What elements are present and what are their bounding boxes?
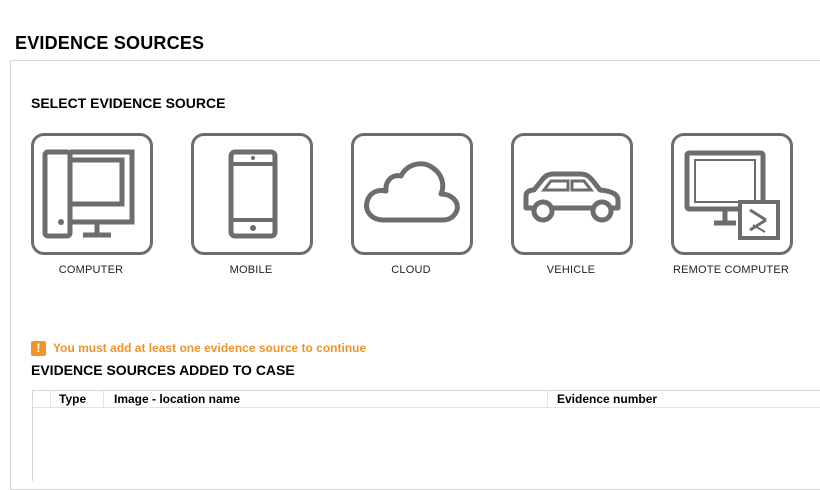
source-computer-button[interactable]: COMPUTER	[31, 133, 153, 276]
cloud-icon	[364, 161, 460, 223]
remote-computer-icon	[684, 150, 780, 240]
page-title: EVIDENCE SOURCES	[15, 33, 205, 53]
car-icon	[523, 171, 621, 223]
source-label: VEHICLE	[546, 264, 596, 276]
warning-text: You must add at least one evidence sourc…	[53, 341, 367, 355]
select-column-header[interactable]	[33, 391, 51, 407]
source-label: REMOTE COMPUTER	[672, 264, 790, 276]
warning-icon: !	[31, 340, 46, 356]
column-header-image-location-name[interactable]: Image - location name	[106, 391, 548, 407]
warning-message: ! You must add at least one evidence sou…	[31, 340, 366, 356]
source-label: COMPUTER	[58, 264, 124, 276]
source-label: MOBILE	[229, 264, 273, 276]
source-label: CLOUD	[391, 264, 431, 276]
source-tile[interactable]	[511, 133, 633, 255]
source-cloud-button[interactable]: CLOUD	[351, 133, 473, 276]
select-evidence-source-heading: SELECT EVIDENCE SOURCE	[31, 95, 226, 111]
source-remote-computer-button[interactable]: REMOTE COMPUTER	[671, 133, 793, 276]
desktop-computer-icon	[42, 149, 135, 239]
source-mobile-button[interactable]: MOBILE	[191, 133, 313, 276]
source-tile[interactable]	[191, 133, 313, 255]
table-header: Type Image - location name Evidence numb…	[33, 391, 820, 408]
mobile-phone-icon	[228, 149, 278, 239]
column-header-evidence-number[interactable]: Evidence number	[549, 391, 820, 407]
source-tile[interactable]	[671, 133, 793, 255]
column-header-type[interactable]: Type	[51, 391, 104, 407]
source-tile[interactable]	[351, 133, 473, 255]
source-vehicle-button[interactable]: VEHICLE	[511, 133, 633, 276]
evidence-sources-added-heading: EVIDENCE SOURCES ADDED TO CASE	[31, 362, 295, 378]
evidence-sources-table: Type Image - location name Evidence numb…	[32, 390, 820, 481]
source-tile[interactable]	[31, 133, 153, 255]
